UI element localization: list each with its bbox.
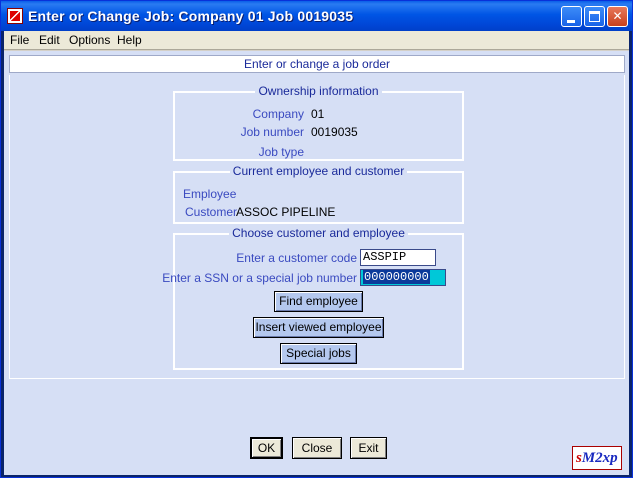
exit-button[interactable]: Exit <box>350 437 387 459</box>
employee-label: Employee <box>183 187 237 201</box>
ownership-title-wrap: Ownership information <box>175 84 462 98</box>
ssn-label: Enter a SSN or a special job number <box>162 271 357 285</box>
maximize-button[interactable] <box>584 6 605 27</box>
menu-help[interactable]: Help <box>117 33 142 47</box>
special-jobs-button[interactable]: Special jobs <box>280 343 357 364</box>
insert-viewed-employee-button[interactable]: Insert viewed employee <box>253 317 384 338</box>
customer-value: ASSOC PIPELINE <box>236 205 336 219</box>
job-number-label: Job number <box>240 125 304 139</box>
minimize-icon <box>567 20 575 23</box>
ownership-group: Ownership information Company 01 Job num… <box>173 84 464 161</box>
customer-code-text: ASSPIP <box>363 250 407 264</box>
customer-code-label: Enter a customer code <box>236 251 357 265</box>
client-area: File Edit Options Help Enter or change a… <box>4 31 629 475</box>
form-body: Enter or change a job order Ownership in… <box>4 51 629 475</box>
form-panel: Ownership information Company 01 Job num… <box>9 75 625 379</box>
company-label: Company <box>252 107 304 121</box>
customer-code-input[interactable]: ASSPIP <box>360 249 436 266</box>
menu-edit[interactable]: Edit <box>39 33 60 47</box>
window-title: Enter or Change Job: Company 01 Job 0019… <box>28 8 354 24</box>
current-title: Current employee and customer <box>229 164 408 178</box>
job-type-label: Job type <box>258 145 304 159</box>
ownership-title: Ownership information <box>255 84 382 98</box>
maximize-icon <box>589 11 600 22</box>
customer-label: Customer <box>185 205 238 219</box>
menu-file[interactable]: File <box>10 33 29 47</box>
find-employee-button[interactable]: Find employee <box>274 291 363 312</box>
menu-options[interactable]: Options <box>69 33 110 47</box>
choose-title: Choose customer and employee <box>229 226 408 240</box>
choose-group: Choose customer and employee Enter a cus… <box>162 226 464 370</box>
choose-title-wrap: Choose customer and employee <box>175 226 462 240</box>
app-window: Enter or Change Job: Company 01 Job 0019… <box>0 0 633 478</box>
current-group: Current employee and customer Employee C… <box>173 164 464 224</box>
app-icon[interactable] <box>7 8 23 24</box>
menu-file-label: File <box>10 33 30 47</box>
title-bar[interactable]: Enter or Change Job: Company 01 Job 0019… <box>1 1 632 31</box>
close-button[interactable]: Close <box>292 437 342 459</box>
ok-button[interactable]: OK <box>250 437 283 459</box>
ssn-text: 000000000 <box>363 270 430 284</box>
menu-options-label: Options <box>69 33 111 47</box>
menu-edit-label: Edit <box>39 33 60 47</box>
job-number-value: 0019035 <box>311 125 358 139</box>
logo-rest: M2xp <box>581 450 618 466</box>
minimize-button[interactable] <box>561 6 582 27</box>
smart-logo: sM2xp <box>572 446 622 470</box>
ssn-input[interactable]: 000000000 <box>360 269 446 286</box>
menu-help-label: Help <box>117 33 142 47</box>
company-value: 01 <box>311 107 325 121</box>
close-icon: ✕ <box>612 9 623 23</box>
current-title-wrap: Current employee and customer <box>175 164 462 178</box>
form-header: Enter or change a job order <box>9 55 625 73</box>
close-window-button[interactable]: ✕ <box>607 6 628 27</box>
menu-bar: File Edit Options Help <box>4 31 629 50</box>
